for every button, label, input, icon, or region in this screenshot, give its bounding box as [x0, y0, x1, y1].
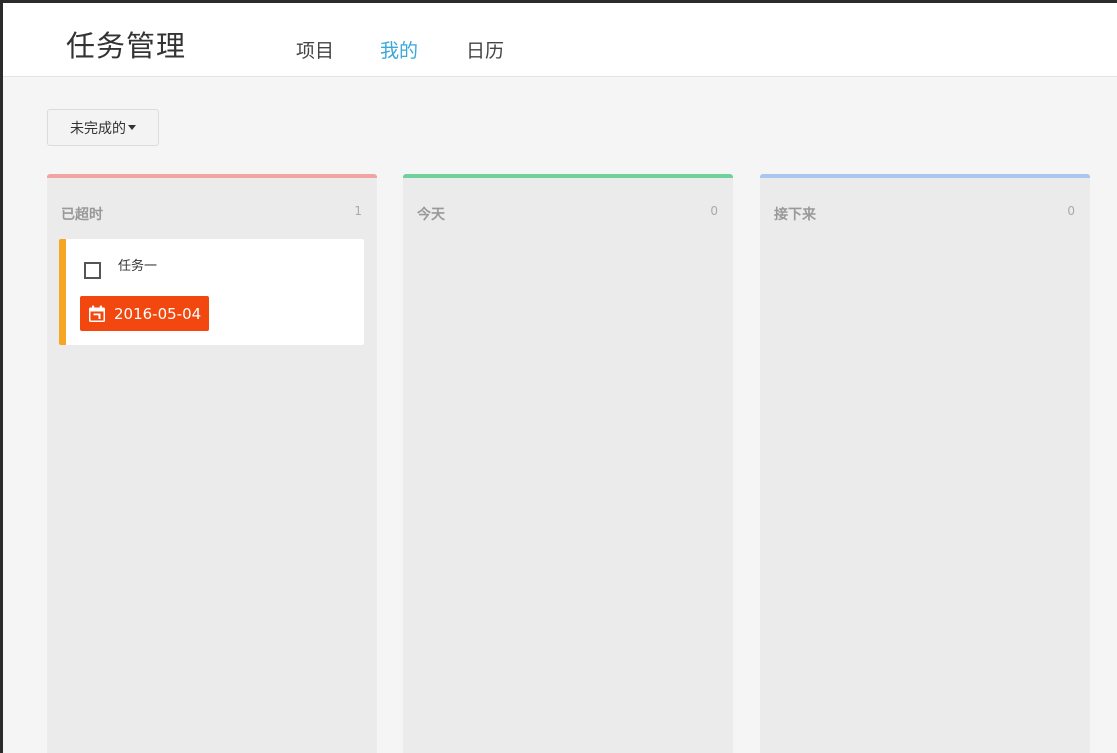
task-checkbox[interactable]: [84, 262, 101, 279]
app-window: 任务管理 项目 我的 日历 未完成的 已超时 1 任务一 2016-05-04 …: [0, 0, 1117, 753]
column-accent-bar: [760, 174, 1090, 178]
column-count: 1: [354, 204, 362, 218]
column-title: 接下来: [774, 207, 816, 223]
nav-tab-mine[interactable]: 我的: [380, 36, 418, 63]
due-date-text: 2016-05-04: [114, 304, 202, 323]
column-accent-bar: [403, 174, 733, 178]
task-name: 任务一: [118, 259, 158, 274]
app-title: 任务管理: [66, 29, 187, 63]
task-card[interactable]: 任务一 2016-05-04: [59, 239, 364, 345]
column-count: 0: [710, 204, 718, 218]
top-header: 任务管理 项目 我的 日历: [3, 3, 1117, 77]
column-today: 今天 0: [403, 174, 733, 753]
column-upcoming: 接下来 0: [760, 174, 1090, 753]
nav-tab-calendar[interactable]: 日历: [466, 36, 504, 63]
filter-label: 未完成的: [70, 120, 126, 137]
column-count: 0: [1067, 204, 1075, 218]
column-title: 今天: [417, 207, 445, 223]
column-title: 已超时: [61, 207, 103, 223]
filter-dropdown-button[interactable]: 未完成的: [47, 109, 159, 146]
caret-down-icon: [128, 125, 136, 130]
nav-tab-projects[interactable]: 项目: [296, 36, 334, 63]
calendar-icon: [89, 305, 105, 322]
column-accent-bar: [47, 174, 377, 178]
column-overdue: 已超时 1 任务一 2016-05-04: [47, 174, 377, 753]
due-date-badge: 2016-05-04: [80, 296, 209, 331]
